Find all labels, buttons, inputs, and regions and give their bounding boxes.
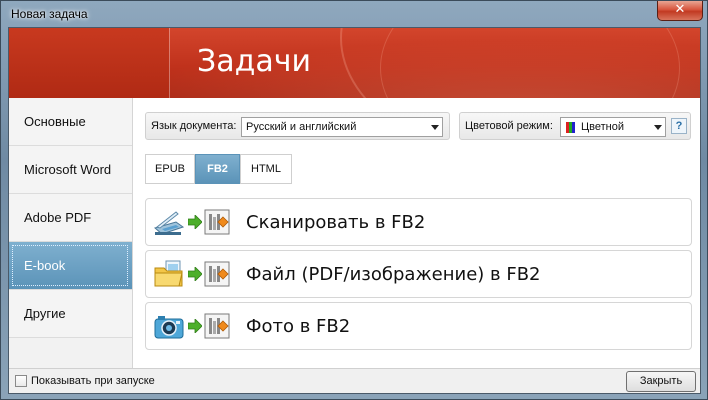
banner-left-block bbox=[9, 28, 169, 98]
help-button[interactable]: ? bbox=[671, 118, 687, 134]
language-group: Язык документа: Русский и английский bbox=[145, 112, 450, 140]
focus-rectangle bbox=[12, 245, 128, 286]
color-mode-value: Цветной bbox=[581, 121, 624, 133]
sidebar-item-microsoft-word[interactable]: Microsoft Word bbox=[9, 146, 132, 194]
color-mode-group: Цветовой режим: Цветной ? bbox=[459, 112, 691, 140]
arrow-right-icon bbox=[188, 267, 202, 281]
sidebar-item-label: Другие bbox=[24, 306, 66, 321]
tab-fb2[interactable]: FB2 bbox=[195, 154, 240, 184]
window-close-button[interactable]: ✕ bbox=[657, 1, 703, 21]
tab-label: HTML bbox=[251, 163, 281, 175]
arrow-right-icon bbox=[188, 319, 202, 333]
show-on-startup-label[interactable]: Показывать при запуске bbox=[31, 375, 155, 387]
language-label: Язык документа: bbox=[151, 120, 237, 132]
tab-html[interactable]: HTML bbox=[240, 154, 292, 184]
app-window: Новая задача ✕ Задачи Основные Microsoft… bbox=[0, 0, 708, 400]
fb2-book-icon bbox=[204, 209, 230, 235]
photo-to-fb2-action[interactable]: Фото в FB2 bbox=[145, 302, 692, 350]
action-label: Файл (PDF/изображение) в FB2 bbox=[246, 264, 541, 285]
scan-to-fb2-action[interactable]: Сканировать в FB2 bbox=[145, 198, 692, 246]
main-panel: Язык документа: Русский и английский Цве… bbox=[133, 98, 700, 368]
footer-bar: Показывать при запуске Закрыть bbox=[9, 368, 700, 393]
action-label: Сканировать в FB2 bbox=[246, 212, 426, 233]
tab-label: EPUB bbox=[155, 163, 185, 175]
action-label: Фото в FB2 bbox=[246, 316, 351, 337]
close-button[interactable]: Закрыть bbox=[626, 371, 696, 392]
sidebar-item-ebook[interactable]: E-book bbox=[9, 242, 132, 290]
chevron-down-icon bbox=[431, 125, 439, 130]
header-banner: Задачи bbox=[9, 28, 700, 98]
banner-decoration bbox=[380, 28, 680, 98]
sidebar-item-label: Adobe PDF bbox=[24, 210, 92, 225]
close-button-label: Закрыть bbox=[639, 375, 683, 387]
scanner-icon bbox=[154, 211, 184, 235]
dialog-client: Задачи Основные Microsoft Word Adobe PDF… bbox=[8, 27, 701, 394]
title-bar[interactable]: Новая задача ✕ bbox=[1, 1, 707, 27]
banner-divider bbox=[169, 28, 170, 98]
folder-icon bbox=[154, 260, 183, 287]
sidebar-item-adobe-pdf[interactable]: Adobe PDF bbox=[9, 194, 132, 242]
color-mode-dropdown[interactable]: Цветной bbox=[560, 117, 666, 137]
tab-label: FB2 bbox=[207, 163, 228, 175]
language-value: Русский и английский bbox=[246, 121, 357, 133]
color-mode-label: Цветовой режим: bbox=[465, 120, 553, 132]
camera-icon bbox=[154, 316, 184, 339]
chevron-down-icon bbox=[654, 125, 662, 130]
help-icon: ? bbox=[675, 120, 683, 132]
tab-epub[interactable]: EPUB bbox=[145, 154, 195, 184]
arrow-right-icon bbox=[188, 215, 202, 229]
close-icon: ✕ bbox=[674, 2, 686, 17]
color-swatch-icon bbox=[566, 122, 576, 133]
sidebar-item-label: Основные bbox=[24, 114, 86, 129]
window-title: Новая задача bbox=[11, 7, 88, 21]
sidebar: Основные Microsoft Word Adobe PDF E-book… bbox=[9, 98, 133, 368]
sidebar-item-label: Microsoft Word bbox=[24, 162, 112, 177]
sidebar-item-other[interactable]: Другие bbox=[9, 290, 132, 338]
page-title: Задачи bbox=[197, 44, 311, 79]
language-dropdown[interactable]: Русский и английский bbox=[241, 117, 443, 137]
sidebar-item-main[interactable]: Основные bbox=[9, 98, 132, 146]
show-on-startup-checkbox[interactable] bbox=[15, 375, 27, 387]
fb2-book-icon bbox=[204, 313, 230, 339]
fb2-book-icon bbox=[204, 261, 230, 287]
file-to-fb2-action[interactable]: Файл (PDF/изображение) в FB2 bbox=[145, 250, 692, 298]
